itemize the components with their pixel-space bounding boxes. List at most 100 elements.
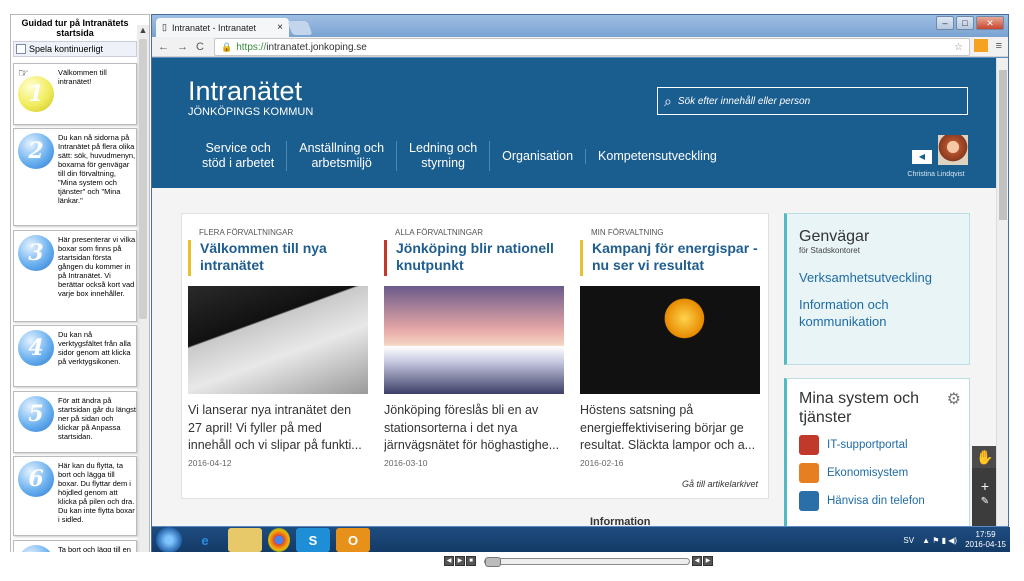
- article-date: 2016-03-10: [384, 458, 428, 468]
- tab-bar: ▯ Intranatet - Intranatet × – □ ✕: [152, 15, 1008, 37]
- nav-service[interactable]: Service och stöd i arbetet: [190, 141, 288, 171]
- article-category: MIN FÖRVALTNING: [591, 228, 664, 237]
- restore-button[interactable]: □: [956, 16, 974, 30]
- new-tab-button[interactable]: [287, 21, 313, 35]
- close-window-button[interactable]: ✕: [976, 16, 1004, 30]
- article-title[interactable]: Välkommen till nya intranätet: [188, 240, 368, 276]
- step-number: 4: [18, 330, 54, 366]
- step-text: Du kan nå sidorna på Intranätet på flera…: [58, 133, 136, 205]
- article-image-train[interactable]: [384, 286, 564, 394]
- tray-icons[interactable]: ▲ ⚑ ▮ ◀): [922, 536, 957, 545]
- menu-icon[interactable]: ≡: [996, 40, 1002, 52]
- browser-toolbar: ← → C 🔒 https://intranatet.jonkoping.se …: [152, 37, 1008, 57]
- lock-icon: 🔒: [221, 41, 233, 52]
- stop-icon[interactable]: ■: [466, 556, 476, 566]
- toolbar-right: ≡: [973, 39, 1002, 52]
- tour-step-4[interactable]: 4 Du kan nå verktygsfältet från alla sid…: [13, 325, 137, 387]
- play-icon[interactable]: ▶: [455, 556, 465, 566]
- tour-step-1[interactable]: 1 ☞ Välkommen till intranätet!: [13, 63, 137, 125]
- back-icon[interactable]: ←: [158, 41, 169, 53]
- news-box: FLERA FÖRVALTNINGAR Välkommen till nya i…: [181, 213, 769, 499]
- main-nav: Service och stöd i arbetet Anställning o…: [190, 141, 729, 171]
- ie-icon[interactable]: e: [188, 528, 222, 552]
- site-logo[interactable]: Intranätet: [188, 76, 302, 107]
- article-image-keyboard[interactable]: [188, 286, 368, 394]
- page-scrollbar[interactable]: [996, 58, 1008, 526]
- taskbar: e S O SV ▲ ⚑ ▮ ◀) 17:59 2016-04-15: [152, 527, 1010, 553]
- step-text: Välkommen till intranätet!: [58, 68, 107, 86]
- clock[interactable]: 17:59 2016-04-15: [965, 530, 1006, 550]
- tour-scrollbar[interactable]: ▲: [137, 25, 149, 567]
- language-indicator[interactable]: SV: [903, 536, 914, 545]
- tour-step-5[interactable]: 5 För att ändra på startsidan går du län…: [13, 391, 137, 453]
- search-icon: ⌕: [664, 92, 672, 109]
- nav-anstallning[interactable]: Anställning och arbetsmiljö: [287, 141, 398, 171]
- search-placeholder: Sök efter innehåll eller person: [677, 95, 811, 107]
- step-back-icon[interactable]: ◀: [692, 556, 702, 566]
- phone-icon: [799, 491, 819, 511]
- bookmark-star-icon[interactable]: ☆: [954, 42, 963, 53]
- step-forward-icon[interactable]: ▶: [703, 556, 713, 566]
- close-tab-icon[interactable]: ×: [277, 22, 283, 33]
- nav-kompetens[interactable]: Kompetensutveckling: [586, 149, 729, 164]
- gear-icon[interactable]: ⚙: [947, 389, 961, 409]
- system-label: IT-supportportal: [827, 439, 908, 451]
- edit-icon[interactable]: ✎: [972, 496, 998, 507]
- browser-tab[interactable]: ▯ Intranatet - Intranatet ×: [156, 18, 289, 37]
- player-controls: ◀ ▶ ■: [444, 556, 476, 566]
- loop-checkbox[interactable]: [16, 44, 26, 54]
- system-label: Hänvisa din telefon: [827, 495, 925, 507]
- article-title[interactable]: Kampanj för energispar - nu ser vi resul…: [580, 240, 760, 276]
- outlook-icon[interactable]: O: [336, 528, 370, 552]
- url-scheme: https://: [236, 41, 267, 53]
- start-button[interactable]: [156, 527, 182, 553]
- economy-icon: [799, 463, 819, 483]
- step-text: För att ändra på startsidan går du längs…: [58, 396, 136, 441]
- scroll-thumb[interactable]: [999, 70, 1007, 220]
- shortcut-link[interactable]: Information och kommunikation: [799, 296, 919, 330]
- article-card[interactable]: ALLA FÖRVALTNINGAR Jönköping blir nation…: [384, 214, 564, 468]
- article-image-lamp[interactable]: [580, 286, 760, 394]
- shortcut-link[interactable]: Verksamhetsutveckling: [799, 269, 969, 286]
- tour-step-2[interactable]: 2 Du kan nå sidorna på Intranätet på fle…: [13, 128, 137, 226]
- chrome-icon[interactable]: [268, 528, 290, 552]
- tool-widget: ✋ + ✎: [972, 446, 998, 526]
- system-tray: SV ▲ ⚑ ▮ ◀) 17:59 2016-04-15: [903, 527, 1006, 553]
- forward-icon[interactable]: →: [177, 41, 188, 53]
- skype-icon[interactable]: S: [296, 528, 330, 552]
- hand-tool-icon[interactable]: ✋: [972, 446, 998, 468]
- article-card[interactable]: FLERA FÖRVALTNINGAR Välkommen till nya i…: [188, 214, 368, 468]
- article-category: ALLA FÖRVALTNINGAR: [395, 228, 484, 237]
- clock-date: 2016-04-15: [965, 540, 1006, 549]
- system-link[interactable]: IT-supportportal: [799, 435, 969, 455]
- reload-icon[interactable]: C: [196, 41, 204, 53]
- player-progress[interactable]: [484, 557, 690, 567]
- tour-player-bar: ◀ ▶ ■ ◀ ▶: [0, 552, 1024, 572]
- loop-checkbox-row[interactable]: Spela kontinuerligt: [13, 41, 137, 57]
- tour-step-3[interactable]: 3 Här presenterar vi vilka boxar som fin…: [13, 230, 137, 322]
- system-link[interactable]: Hänvisa din telefon: [799, 491, 969, 511]
- system-link[interactable]: Ekonomisystem: [799, 463, 969, 483]
- search-input[interactable]: ⌕ Sök efter innehåll eller person: [657, 87, 968, 115]
- chevron-up-icon[interactable]: ▲: [137, 25, 149, 35]
- article-title[interactable]: Jönköping blir nationell knutpunkt: [384, 240, 564, 276]
- plus-icon[interactable]: +: [972, 478, 998, 494]
- previous-icon[interactable]: ◀: [444, 556, 454, 566]
- tour-scroll-thumb[interactable]: [139, 39, 147, 319]
- user-name[interactable]: Christina Lindqvist: [904, 171, 968, 178]
- minimize-button[interactable]: –: [936, 16, 954, 30]
- tour-step-6[interactable]: 6 Här kan du flytta, ta bort och lägga t…: [13, 456, 137, 536]
- player-progress-thumb[interactable]: [485, 557, 501, 567]
- extension-icon[interactable]: [973, 39, 988, 52]
- shortcuts-box: Genvägar för Stadskontoret Verksamhetsut…: [784, 213, 970, 365]
- nav-ledning[interactable]: Ledning och styrning: [397, 141, 491, 171]
- step-text: Här presenterar vi vilka boxar som finns…: [58, 235, 136, 298]
- avatar[interactable]: [938, 135, 968, 165]
- archive-link[interactable]: Gå till artikelarkivet: [682, 479, 758, 489]
- nav-organisation[interactable]: Organisation: [490, 148, 587, 164]
- notification-icon[interactable]: ◀: [912, 150, 932, 164]
- explorer-icon[interactable]: [228, 528, 262, 552]
- address-bar[interactable]: 🔒 https://intranatet.jonkoping.se ☆: [214, 38, 970, 56]
- clock-time: 17:59: [975, 530, 996, 539]
- article-card[interactable]: MIN FÖRVALTNING Kampanj för energispar -…: [580, 214, 760, 468]
